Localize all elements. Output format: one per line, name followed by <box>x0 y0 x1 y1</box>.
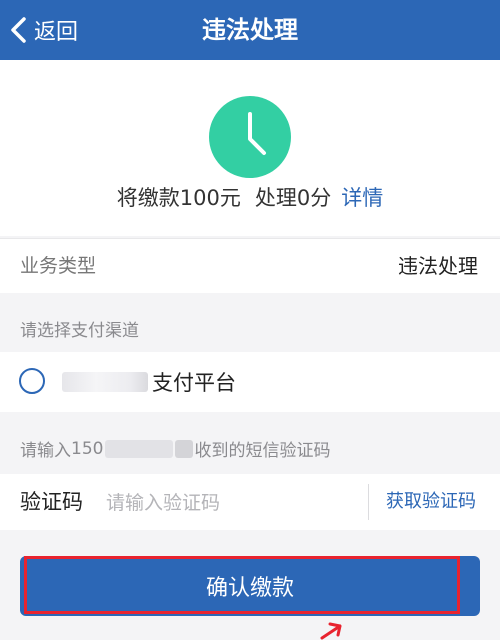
payment-channel-label: 请选择支付渠道 <box>20 321 139 341</box>
redacted-digit <box>175 439 194 458</box>
points-text: 处理0分 <box>254 186 332 210</box>
payment-option[interactable]: 支付平台 <box>0 352 500 412</box>
sms-hint-phone-partial: 150 <box>71 438 104 459</box>
sms-hint-prefix: 请输入 <box>20 441 71 461</box>
confirm-payment-button[interactable]: 确认缴款 <box>20 556 480 616</box>
radio-button[interactable] <box>19 368 45 394</box>
redacted-phone <box>105 439 174 458</box>
verification-code-label: 验证码 <box>20 490 83 514</box>
arrow-up-icon <box>320 622 342 640</box>
business-type-label: 业务类型 <box>20 255 97 277</box>
summary-line: 将缴款100元 处理0分 详情 <box>0 178 500 218</box>
detail-link[interactable]: 详情 <box>341 186 383 210</box>
sms-code-hint: 请输入 150 收到的短信验证码 <box>20 436 331 462</box>
business-type-value: 违法处理 <box>398 254 478 278</box>
payment-option-label: 支付平台 <box>152 371 236 395</box>
payment-summary: 将缴款100元 处理0分 详情 <box>0 60 500 236</box>
clock-icon <box>209 96 291 178</box>
verification-code-row: 验证码 获取验证码 <box>0 474 500 530</box>
fine-amount-text: 将缴款100元 <box>116 186 241 210</box>
sms-hint-suffix: 收到的短信验证码 <box>194 441 331 461</box>
verification-code-input[interactable] <box>104 486 358 520</box>
business-type-row: 业务类型 违法处理 <box>0 238 500 293</box>
redacted-text <box>62 372 148 392</box>
page-title: 违法处理 <box>202 16 298 44</box>
divider <box>368 484 369 520</box>
app-header: 返回 违法处理 <box>0 0 500 60</box>
get-code-button[interactable]: 获取验证码 <box>386 474 476 530</box>
